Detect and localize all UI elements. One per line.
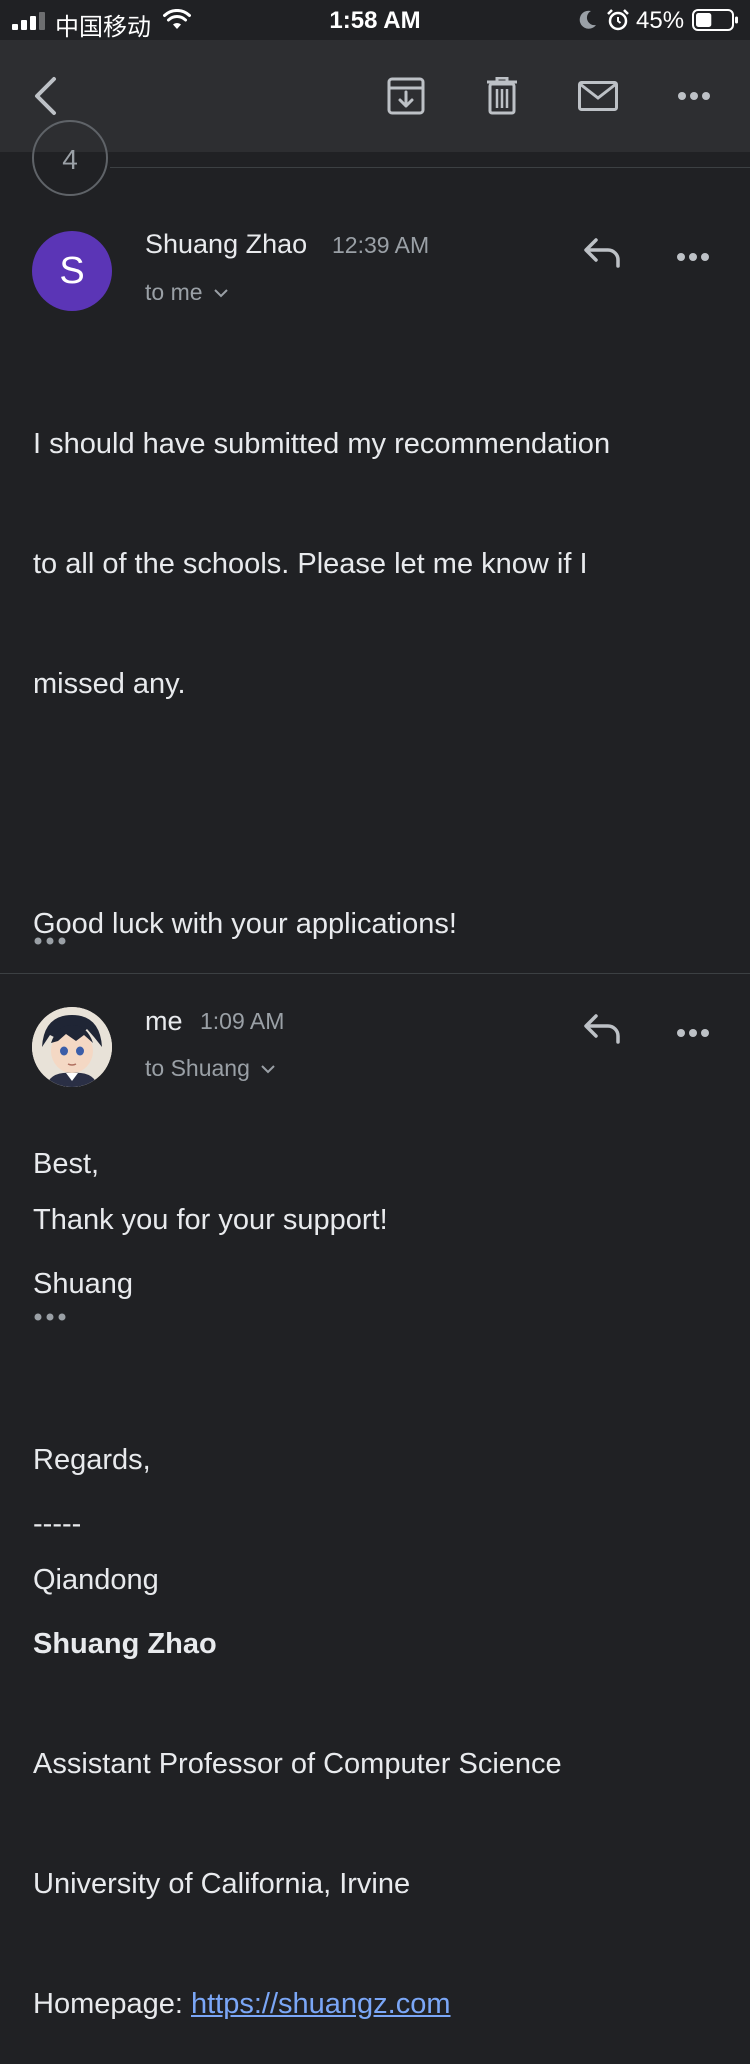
body-line: missed any. [33, 668, 186, 700]
ellipsis-icon [34, 937, 66, 945]
more-icon [677, 1029, 709, 1037]
avatar[interactable] [32, 1007, 112, 1087]
message-time: 12:39 AM [332, 232, 430, 258]
mail-icon [578, 81, 618, 111]
body-line: I should have submitted my recommendatio… [33, 428, 611, 460]
alarm-icon [607, 9, 629, 31]
profile-picture [32, 1007, 112, 1087]
delete-button[interactable] [476, 70, 528, 122]
signature-org: University of California, Irvine [33, 1868, 411, 1900]
body-line: Thank you for your support! [33, 1204, 388, 1236]
toolbar [0, 40, 750, 152]
message-more-button[interactable] [676, 1025, 710, 1037]
more-options-button[interactable] [668, 70, 720, 122]
more-icon [678, 92, 710, 100]
mark-unread-button[interactable] [572, 70, 624, 122]
recipient-toggle[interactable]: to Shuang [145, 1055, 276, 1082]
reply-icon [584, 238, 620, 268]
ellipsis-icon [34, 1313, 66, 1321]
body-line [33, 1320, 388, 1360]
signature-homepage: Homepage: https://shuangz.com [33, 1984, 610, 2024]
body-line: Good luck with your applications! [33, 908, 457, 940]
reply-button[interactable] [582, 1012, 630, 1052]
homepage-label: Homepage: [33, 1988, 191, 2020]
collapsed-messages-count[interactable]: 4 [32, 120, 108, 196]
archive-icon [387, 77, 425, 115]
back-arrow-icon [35, 77, 56, 115]
body-line: Regards, [33, 1444, 151, 1476]
body-line [33, 784, 610, 824]
show-trimmed-content-button[interactable] [34, 933, 70, 945]
body-line: to all of the schools. Please let me kno… [33, 548, 588, 580]
message-time: 1:09 AM [200, 1008, 285, 1034]
more-icon [677, 253, 709, 261]
sender-name: me [145, 1006, 183, 1036]
recipient-toggle[interactable]: to me [145, 279, 229, 306]
back-button[interactable] [20, 66, 70, 126]
message-body: Thank you for your support! Regards, Qia… [33, 1120, 388, 1640]
archive-button[interactable] [380, 70, 432, 122]
chevron-down-icon [213, 288, 228, 297]
moon-icon [579, 10, 596, 29]
recipient-label: to me [145, 279, 203, 305]
recipient-label: to Shuang [145, 1055, 250, 1081]
message-more-button[interactable] [676, 249, 710, 261]
divider [0, 973, 750, 974]
reply-button[interactable] [582, 236, 630, 276]
show-trimmed-content-button[interactable] [34, 1309, 70, 1321]
homepage-link[interactable]: https://shuangz.com [191, 1988, 451, 2020]
body-line: Qiandong [33, 1564, 159, 1596]
body-line [33, 1024, 610, 1064]
status-bar: 中国移动 1:58 AM 45% [0, 0, 750, 41]
avatar[interactable]: S [32, 231, 112, 311]
battery-percent: 45% [636, 7, 685, 34]
battery-icon [692, 9, 738, 31]
signature-title: Assistant Professor of Computer Science [33, 1748, 562, 1780]
trash-icon [487, 77, 517, 115]
sender-name: Shuang Zhao [145, 229, 308, 259]
reply-icon [584, 1014, 620, 1044]
divider [110, 167, 750, 168]
chevron-down-icon [261, 1064, 275, 1073]
